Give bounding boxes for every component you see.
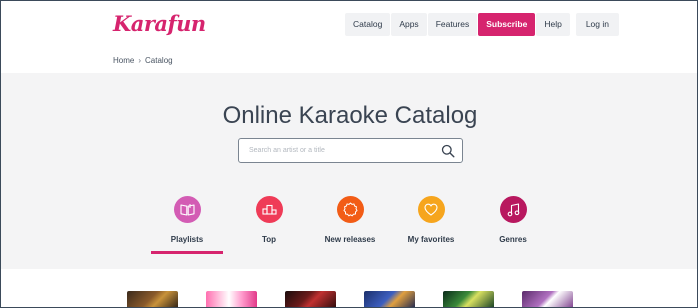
login-button[interactable]: Log in bbox=[575, 13, 619, 36]
catalog-hero: Online Karaoke Catalog Search an artist … bbox=[1, 73, 697, 269]
breadcrumb-current: Catalog bbox=[145, 56, 173, 65]
playlist-thumbnails bbox=[1, 269, 697, 307]
top-icon-circle bbox=[255, 196, 283, 223]
new-releases-icon-circle bbox=[336, 196, 364, 223]
nav-catalog[interactable]: Catalog bbox=[345, 13, 391, 36]
book-icon bbox=[179, 204, 195, 216]
top-header: Karafun Catalog Apps Features Subscribe … bbox=[1, 1, 697, 73]
breadcrumb-separator: › bbox=[138, 56, 142, 65]
nav-subscribe-button[interactable]: Subscribe bbox=[478, 13, 536, 36]
podium-icon bbox=[261, 204, 277, 215]
tab-genres[interactable]: Genres bbox=[477, 196, 549, 244]
page-title: Online Karaoke Catalog bbox=[222, 102, 478, 129]
tab-new-releases[interactable]: New releases bbox=[314, 196, 386, 244]
category-tabs: Playlists Top New releases My favorites … bbox=[1, 196, 697, 256]
playlist-thumbnail[interactable] bbox=[285, 291, 336, 307]
tab-new-releases-label: New releases bbox=[324, 235, 376, 244]
main-nav: Catalog Apps Features Subscribe Help Log… bbox=[345, 13, 619, 36]
tab-playlists[interactable]: Playlists bbox=[151, 196, 223, 254]
nav-help[interactable]: Help bbox=[536, 13, 570, 36]
breadcrumb: Home › Catalog bbox=[113, 56, 173, 65]
tab-top[interactable]: Top bbox=[233, 196, 305, 244]
nav-apps[interactable]: Apps bbox=[391, 13, 427, 36]
tab-my-favorites-label: My favorites bbox=[407, 235, 455, 244]
my-favorites-icon-circle bbox=[417, 196, 445, 223]
tab-playlists-label: Playlists bbox=[170, 235, 204, 244]
search-input[interactable]: Search an artist or a title bbox=[249, 147, 325, 154]
tab-my-favorites[interactable]: My favorites bbox=[395, 196, 467, 244]
playlist-thumbnail[interactable] bbox=[364, 291, 415, 307]
search-box[interactable]: Search an artist or a title bbox=[238, 138, 463, 163]
active-tab-indicator bbox=[151, 251, 223, 254]
tab-genres-label: Genres bbox=[499, 235, 527, 244]
playlist-thumbnail[interactable] bbox=[443, 291, 494, 307]
playlists-icon-circle bbox=[173, 196, 201, 223]
badge-icon bbox=[343, 202, 357, 217]
search-icon[interactable] bbox=[441, 144, 455, 158]
app-window: Karafun Catalog Apps Features Subscribe … bbox=[0, 0, 698, 308]
tab-top-label: Top bbox=[261, 235, 277, 244]
playlist-thumbnail[interactable] bbox=[522, 291, 573, 307]
playlist-thumbnail[interactable] bbox=[127, 291, 178, 307]
nav-features[interactable]: Features bbox=[427, 13, 478, 36]
breadcrumb-home[interactable]: Home bbox=[113, 56, 134, 65]
heart-icon bbox=[424, 203, 438, 216]
genres-icon-circle bbox=[499, 196, 527, 223]
playlist-thumbnail[interactable] bbox=[206, 291, 257, 307]
karafun-logo[interactable]: Karafun bbox=[113, 11, 206, 36]
music-note-icon bbox=[507, 202, 519, 216]
